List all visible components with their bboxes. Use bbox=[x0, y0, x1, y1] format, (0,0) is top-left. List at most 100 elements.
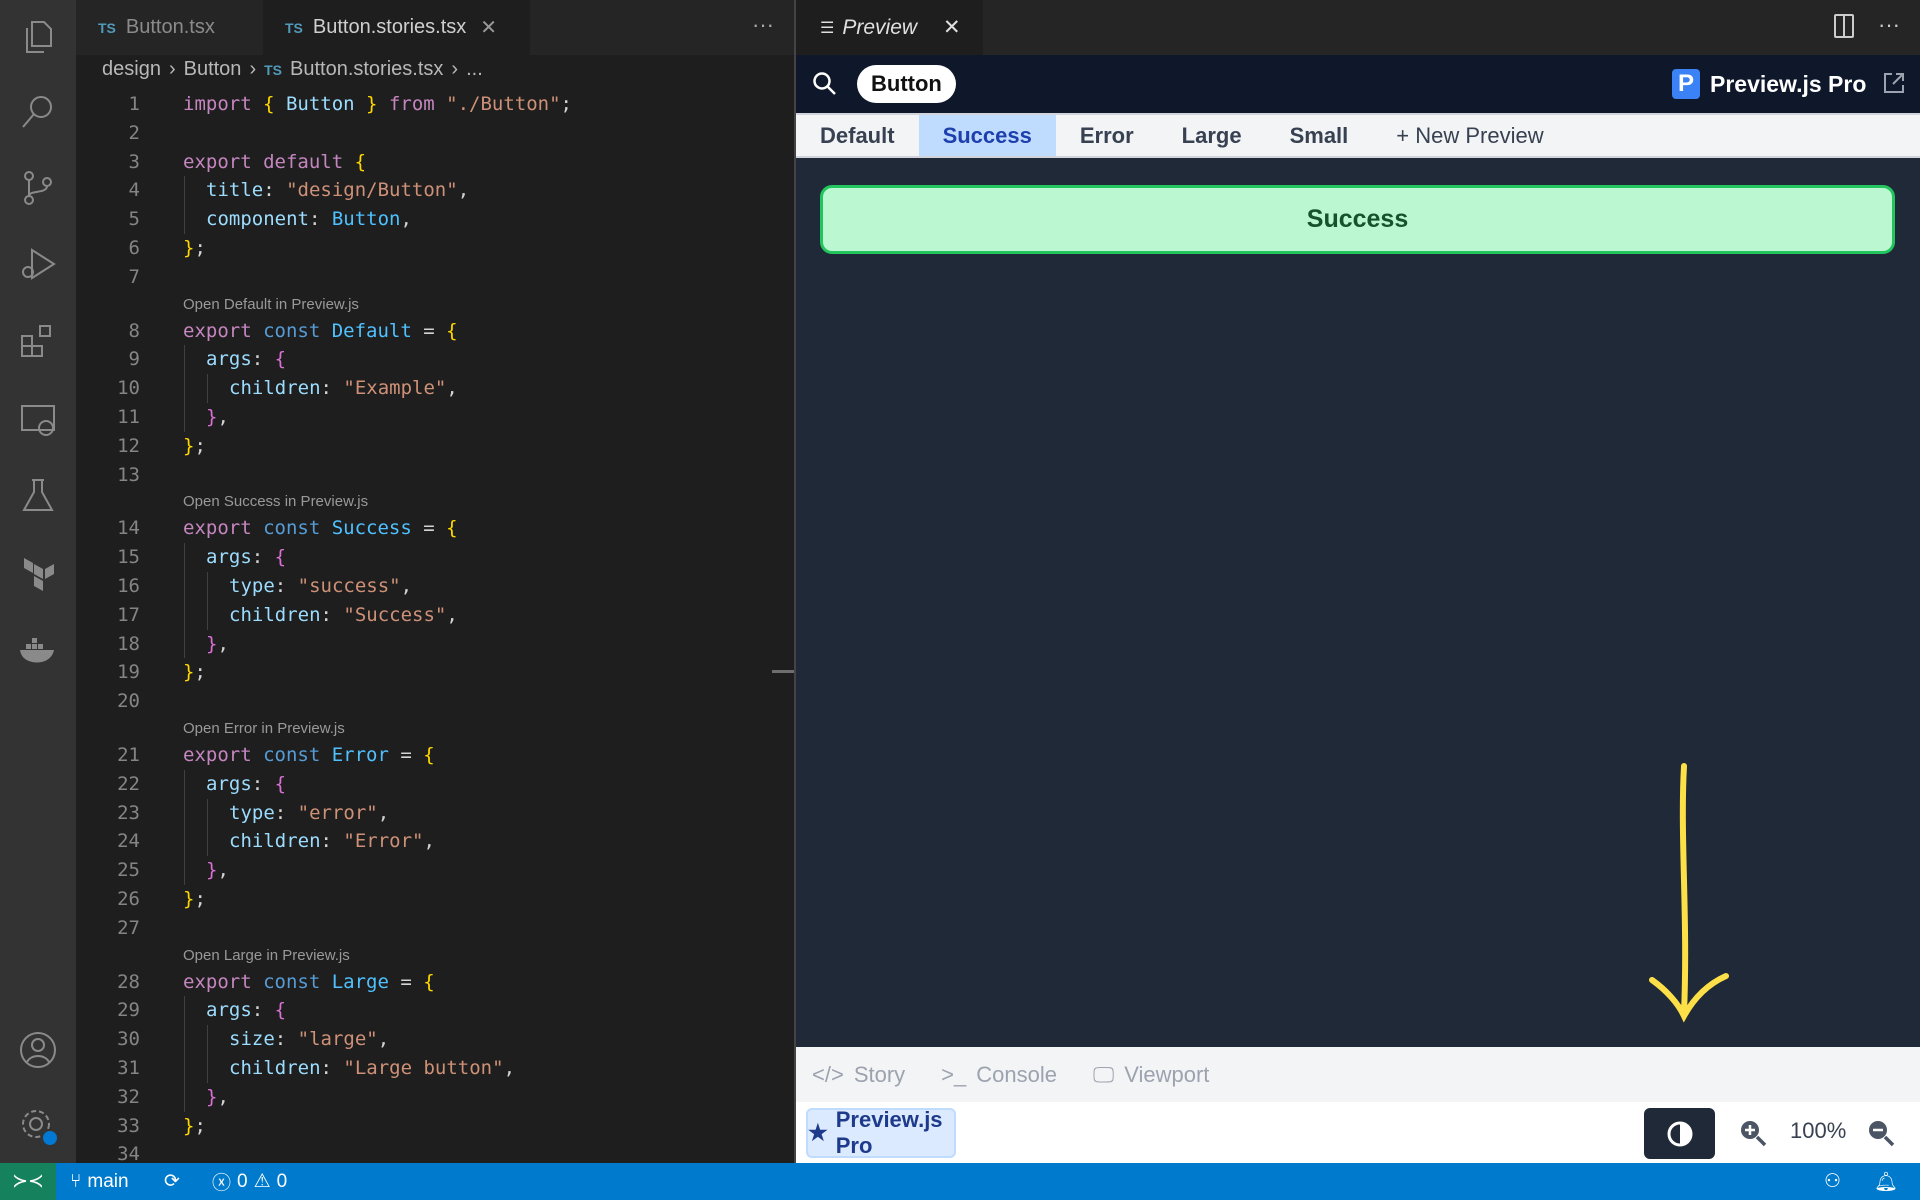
indent-guide bbox=[207, 374, 208, 403]
codelens-link[interactable]: Open Default in Preview.js bbox=[183, 292, 359, 317]
code-token: children bbox=[229, 830, 321, 853]
tab-label: Viewport bbox=[1124, 1061, 1210, 1087]
tab-button-tsx[interactable]: TS Button.tsx bbox=[76, 0, 262, 55]
breadcrumb-item[interactable]: design bbox=[102, 58, 161, 81]
terminal-icon: >_ bbox=[941, 1061, 967, 1087]
problems-indicator[interactable]: ⓧ 0 ⚠ 0 bbox=[212, 1163, 287, 1200]
codelens-link[interactable]: Open Error in Preview.js bbox=[183, 716, 345, 741]
previewjs-pro-button[interactable]: ★ Preview.js Pro bbox=[806, 1107, 956, 1158]
code-text: component: Button, bbox=[206, 205, 412, 234]
sync-icon[interactable]: ⟳ bbox=[164, 1163, 180, 1200]
story-tab-small[interactable]: Small bbox=[1266, 115, 1373, 156]
indent-guide bbox=[184, 769, 185, 799]
extensions-icon[interactable] bbox=[18, 322, 58, 362]
split-editor-icon[interactable] bbox=[1834, 14, 1854, 38]
remote-indicator-icon[interactable]: ≻≺ bbox=[0, 1163, 56, 1200]
code-editor[interactable]: 1 import { Button } from "./Button"; 2 3 exp… bbox=[76, 90, 794, 1165]
code-text: children: "Success", bbox=[229, 601, 458, 630]
close-icon[interactable]: ✕ bbox=[480, 15, 497, 40]
settings-gear-icon[interactable] bbox=[18, 1106, 59, 1147]
code-token: : bbox=[274, 1028, 298, 1051]
code-text: children: "Example", bbox=[229, 374, 458, 403]
code-token: , bbox=[377, 801, 390, 824]
zoom-in-icon[interactable] bbox=[1738, 1118, 1768, 1148]
code-token: : bbox=[263, 179, 287, 202]
codelens-link[interactable]: Open Success in Preview.js bbox=[183, 489, 368, 514]
line-number: 13 bbox=[117, 463, 140, 486]
rendered-success-button[interactable]: Success bbox=[820, 185, 1895, 254]
run-debug-icon[interactable] bbox=[18, 244, 58, 284]
breadcrumb-item[interactable]: Button bbox=[184, 58, 242, 81]
typescript-icon: TS bbox=[264, 61, 282, 78]
component-pill[interactable]: Button bbox=[857, 65, 956, 103]
code-token: , bbox=[400, 574, 413, 597]
tab-viewport[interactable]: 🖵 Viewport bbox=[1093, 1062, 1209, 1088]
search-icon[interactable] bbox=[18, 92, 58, 132]
code-token: Success bbox=[331, 517, 424, 540]
tab-console[interactable]: >_ Console bbox=[941, 1062, 1057, 1088]
close-icon[interactable]: ✕ bbox=[943, 15, 961, 40]
tab-story[interactable]: </> Story bbox=[812, 1062, 905, 1088]
explorer-icon[interactable] bbox=[18, 16, 58, 56]
story-tab-success[interactable]: Success bbox=[918, 115, 1056, 156]
code-token: = bbox=[400, 970, 424, 993]
codelens-link[interactable]: Open Large in Preview.js bbox=[183, 943, 350, 968]
line-number: 15 bbox=[117, 546, 140, 569]
story-tab-default[interactable]: Default bbox=[796, 115, 919, 156]
tab-button-stories-tsx[interactable]: TS Button.stories.tsx ✕ bbox=[263, 0, 530, 55]
code-token: export bbox=[183, 743, 264, 766]
more-actions-icon[interactable]: ··· bbox=[1878, 12, 1900, 38]
codelens: Open Large in Preview.js bbox=[76, 943, 794, 968]
story-tab-error[interactable]: Error bbox=[1056, 115, 1158, 156]
code-token: ; bbox=[194, 236, 206, 259]
code-token: "Success" bbox=[343, 603, 447, 626]
code-token: : bbox=[320, 1056, 344, 1079]
code-line: 16 type: "success", bbox=[76, 571, 794, 601]
feedback-icon[interactable]: ⚇ bbox=[1824, 1163, 1841, 1200]
line-number: 10 bbox=[117, 377, 140, 400]
code-token: { bbox=[274, 999, 287, 1022]
more-actions-icon[interactable]: ··· bbox=[752, 12, 774, 38]
external-link-icon[interactable] bbox=[1882, 71, 1906, 95]
docker-icon[interactable] bbox=[18, 630, 58, 670]
code-text: export const Large = { bbox=[183, 968, 435, 997]
breadcrumb-more[interactable]: ... bbox=[466, 58, 483, 81]
code-text: children: "Large button", bbox=[229, 1054, 515, 1083]
account-icon[interactable] bbox=[18, 1030, 58, 1070]
zoom-out-icon[interactable] bbox=[1866, 1118, 1896, 1148]
code-token: } bbox=[183, 236, 195, 259]
notifications-bell-icon[interactable]: 🔔︎ bbox=[1874, 1163, 1898, 1200]
code-token: "Error" bbox=[343, 830, 424, 853]
new-preview-button[interactable]: + New Preview bbox=[1372, 115, 1567, 156]
activity-bar bbox=[0, 0, 76, 1163]
terraform-icon[interactable] bbox=[18, 554, 58, 594]
code-token: component bbox=[206, 208, 309, 231]
line-number: 3 bbox=[128, 150, 140, 173]
testing-flask-icon[interactable] bbox=[18, 476, 58, 516]
theme-toggle-button[interactable] bbox=[1644, 1108, 1715, 1159]
code-token: : bbox=[308, 208, 332, 231]
line-number: 33 bbox=[117, 1114, 140, 1137]
line-number: 11 bbox=[117, 405, 140, 428]
breadcrumb-item[interactable]: Button.stories.tsx bbox=[290, 58, 443, 81]
code-text: args: { bbox=[206, 543, 286, 572]
tab-preview[interactable]: ☰ Preview ✕ bbox=[796, 0, 983, 55]
branch-indicator[interactable]: ⑂ main bbox=[70, 1163, 129, 1200]
bottom-panel-tabs: </> Story >_ Console 🖵 Viewport bbox=[796, 1047, 1920, 1102]
code-token: Button bbox=[331, 208, 401, 231]
breadcrumb: design › Button › TS Button.stories.tsx › .… bbox=[102, 58, 483, 81]
code-line: 32}, bbox=[76, 1082, 794, 1112]
search-icon[interactable] bbox=[812, 71, 838, 97]
line-number: 32 bbox=[117, 1085, 140, 1108]
line-number: 5 bbox=[128, 208, 140, 231]
story-tab-large[interactable]: Large bbox=[1158, 115, 1266, 156]
remote-explorer-icon[interactable] bbox=[18, 400, 58, 440]
codelens: Open Error in Preview.js bbox=[76, 716, 794, 741]
code-token: , bbox=[423, 830, 435, 853]
indent-guide bbox=[184, 1025, 185, 1054]
brand[interactable]: P Preview.js Pro bbox=[1672, 69, 1866, 99]
chevron-right-icon: › bbox=[451, 58, 459, 80]
git-branch-icon: ⑂ bbox=[70, 1170, 82, 1192]
source-control-icon[interactable] bbox=[18, 168, 58, 208]
scrollbar-indicator[interactable] bbox=[772, 670, 794, 673]
